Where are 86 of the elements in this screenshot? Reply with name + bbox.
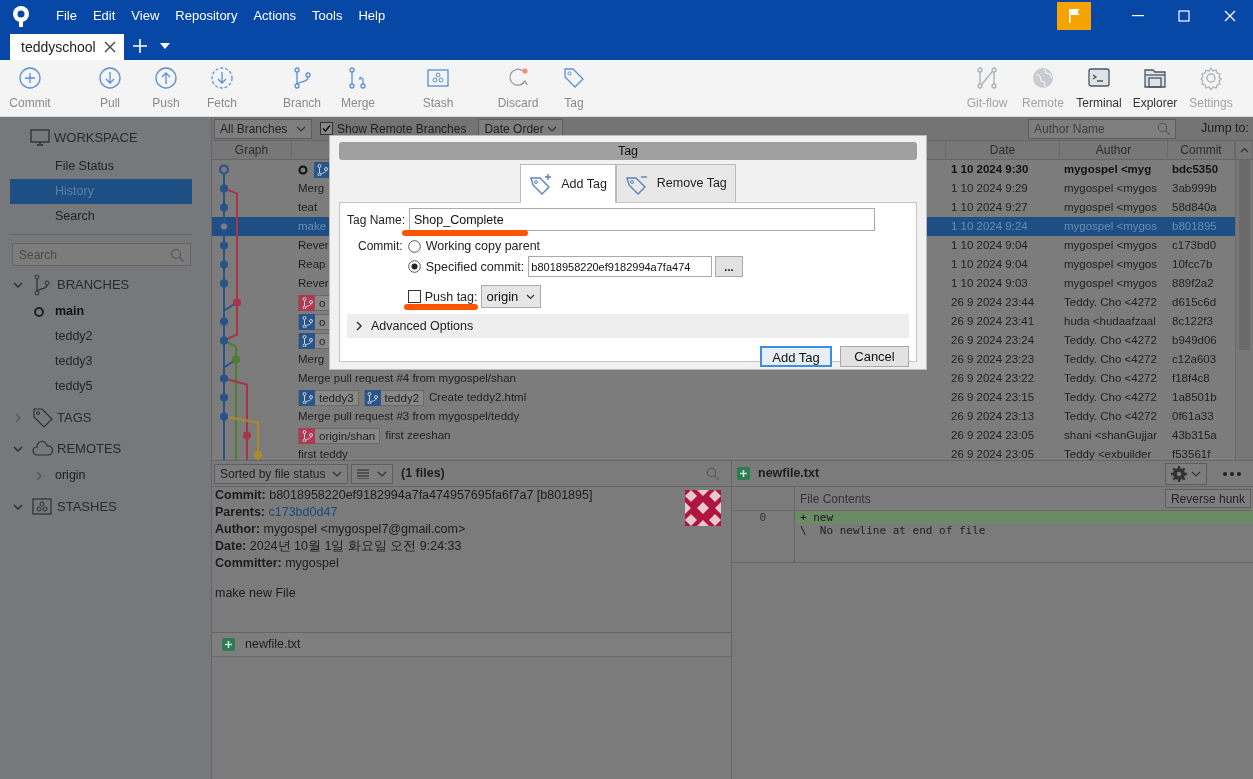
commit-date: 1 10 2024 9:04 <box>950 257 1029 272</box>
commit-hash: c173bd0 <box>1171 238 1218 253</box>
commit-date: 26 9 2024 23:15 <box>950 390 1036 405</box>
commit-message: teat <box>298 200 318 215</box>
commit-hash: b801895 <box>1171 219 1218 234</box>
commit-author: Teddy. Cho <4272 <box>1063 352 1158 367</box>
commit-date: 26 9 2024 23:44 <box>950 295 1036 310</box>
commit-message: Rever <box>298 276 329 291</box>
commit-hash: c12a603 <box>1171 352 1218 367</box>
commit-date: 1 10 2024 9:29 <box>950 181 1029 196</box>
commit-detail-line: Date: 2024년 10월 1일 화요일 오전 9:24:33 <box>214 538 463 555</box>
commit-author: huda <hudaafzaal <box>1063 314 1157 329</box>
commit-hash: f18f4c8 <box>1171 371 1211 386</box>
branch-name: origin/shan <box>319 428 376 443</box>
commit-author: Teddy. Cho <4272 <box>1063 390 1158 405</box>
commit-message: first zeeshan <box>385 428 451 443</box>
commit-detail-line: Author: mygospel <mygospel7@gmail.com> <box>214 521 467 538</box>
dialog-title: Tag <box>339 142 917 160</box>
commit-author: mygospel <myg <box>1063 162 1153 177</box>
commit-date: 26 9 2024 23:13 <box>950 409 1036 424</box>
commit-date: 26 9 2024 23:24 <box>950 333 1036 348</box>
commit-date: 1 10 2024 9:24 <box>950 219 1029 234</box>
commit-author: mygospel <mygos <box>1063 219 1158 234</box>
commit-author: Teddy. Cho <4272 <box>1063 409 1158 424</box>
commit-detail-line: Parents: c173bd0d47 <box>214 504 339 521</box>
commit-hash: 58d840a <box>1171 200 1218 215</box>
commit-author: mygospel <mygos <box>1063 238 1158 253</box>
commit-author: mygospel <mygos <box>1063 200 1158 215</box>
commit-date: 26 9 2024 23:05 <box>950 447 1036 460</box>
section-title: BRANCHES <box>57 275 130 294</box>
section-title: STASHES <box>57 497 117 516</box>
commit-message-text: make new File <box>214 585 297 602</box>
radio-label: Working copy parent <box>425 238 541 254</box>
commit-date: 26 9 2024 23:22 <box>950 371 1036 386</box>
commit-message: Create teddy2.html <box>429 390 527 405</box>
commit-date: 26 9 2024 23:05 <box>950 428 1036 443</box>
diff-file-name: newfile.txt <box>758 465 820 483</box>
commit-author: shani <shanGujjar <box>1063 428 1159 443</box>
section-title: REMOTES <box>57 439 122 458</box>
commit-hash: 3ab999b <box>1171 181 1218 196</box>
commit-date: 1 10 2024 9:03 <box>950 276 1029 291</box>
commit-date: 1 10 2024 9:27 <box>950 200 1029 215</box>
field-label: Tag Name: <box>347 211 406 229</box>
commit-detail-line: Committer: mygospel <box>214 555 340 572</box>
branch-name: o <box>319 314 326 329</box>
jump-to-label: Jump to: <box>1201 120 1249 138</box>
commit-message: Merge pull request #4 from mygospel/shan <box>298 371 516 386</box>
commit-author: mygospel <mygos <box>1063 257 1158 272</box>
commit-date: 1 10 2024 9:04 <box>950 238 1029 253</box>
commit-author: Teddy. Cho <4272 <box>1063 333 1158 348</box>
commit-author: Teddy. Cho <4272 <box>1063 371 1158 386</box>
branch-name: o <box>319 295 326 310</box>
commit-author: Teddy. Cho <4272 <box>1063 295 1158 310</box>
branch-name: teddy3 <box>319 390 354 405</box>
commit-author: mygospel <mygos <box>1063 276 1158 291</box>
commit-hash: 1a8501b <box>1171 390 1218 405</box>
section-title: TAGS <box>57 408 92 427</box>
field-label: Commit: <box>358 238 403 255</box>
commit-hash: 43b315a <box>1171 428 1218 443</box>
commit-hash: b949d06 <box>1171 333 1218 348</box>
commit-hash: 10fcc7b <box>1171 257 1214 272</box>
commit-author: Teddy <exbuilder <box>1063 447 1153 460</box>
commit-detail-line: Commit: b8018958220ef9182994a7fa474957695fa6f7a7 [b801895] <box>214 487 594 504</box>
branch-name: o <box>319 333 326 348</box>
commit-date: 26 9 2024 23:41 <box>950 314 1036 329</box>
commit-author: mygospel <mygos <box>1063 181 1158 196</box>
commit-date: 26 9 2024 23:23 <box>950 352 1036 367</box>
commit-message: make <box>298 219 327 234</box>
commit-message: first teddy <box>298 447 348 460</box>
line-number: 0 <box>758 511 767 524</box>
checkbox-label: Show Remote Branches <box>337 120 467 138</box>
commit-hash: 889f2a2 <box>1171 276 1215 291</box>
radio-label: Specified commit: <box>425 258 525 275</box>
commit-hash: d615c6d <box>1171 295 1218 310</box>
commit-hash: 8c122f3 <box>1171 314 1214 329</box>
checkbox-label: Push tag: <box>424 288 478 305</box>
diff-line: \ No newline at end of file <box>799 524 987 537</box>
commit-hash: 0f61a33 <box>1171 409 1215 424</box>
commit-date: 1 10 2024 9:30 <box>950 162 1030 177</box>
commit-hash: bdc5350 <box>1171 162 1220 177</box>
file-count: (1 files) <box>401 465 445 483</box>
commit-message: Merge pull request #3 from mygospel/teddy <box>298 409 520 424</box>
section-title: WORKSPACE <box>54 128 138 147</box>
commit-hash: f53561f <box>1171 447 1212 460</box>
branch-name: teddy2 <box>384 390 420 405</box>
diff-header-label: File Contents <box>800 490 871 508</box>
